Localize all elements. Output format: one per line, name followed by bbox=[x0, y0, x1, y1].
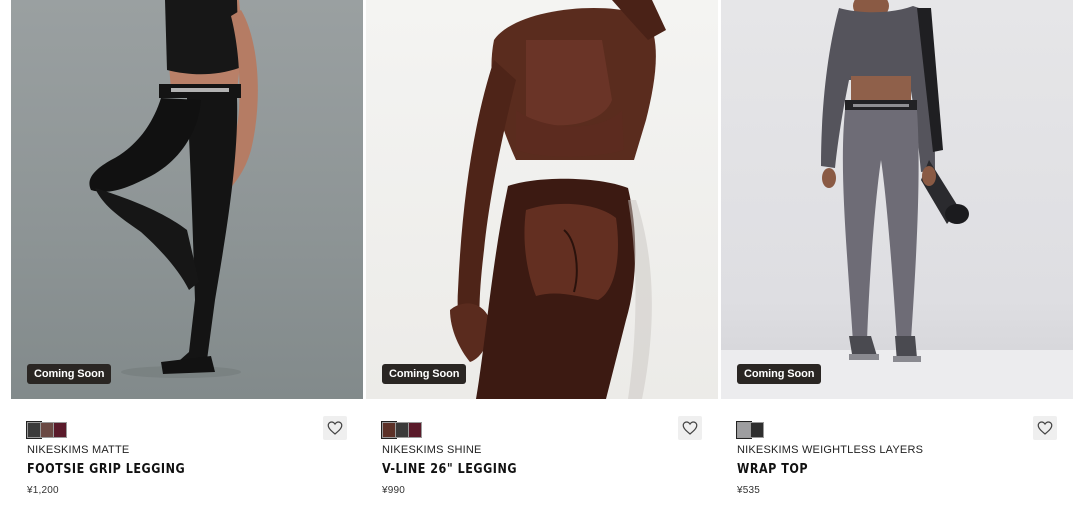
product-name-link[interactable]: FOOTSIE GRIP LEGGING bbox=[27, 462, 185, 477]
product-name-link[interactable]: WRAP TOP bbox=[737, 462, 808, 477]
color-swatch[interactable] bbox=[26, 421, 42, 439]
product-photo bbox=[450, 0, 666, 399]
heart-outline-icon bbox=[327, 421, 343, 435]
product-price: ¥535 bbox=[737, 485, 761, 496]
color-swatches bbox=[736, 421, 764, 439]
color-swatch[interactable] bbox=[40, 422, 54, 438]
product-name-link[interactable]: V-LINE 26" LEGGING bbox=[382, 462, 517, 477]
heart-outline-icon bbox=[682, 421, 698, 435]
coming-soon-badge: Coming Soon bbox=[382, 364, 467, 384]
color-swatch[interactable] bbox=[381, 421, 397, 439]
product-image[interactable]: Coming Soon bbox=[721, 0, 1073, 399]
favorite-button[interactable] bbox=[323, 416, 347, 440]
coming-soon-badge: Coming Soon bbox=[737, 364, 822, 384]
color-swatches bbox=[381, 421, 422, 439]
color-swatch[interactable] bbox=[736, 421, 752, 439]
product-photo bbox=[89, 0, 258, 378]
product-image[interactable]: Coming Soon bbox=[11, 0, 363, 399]
product-card[interactable]: Coming Soon NIKESKIMS MATTE FOOTSIE GRIP… bbox=[11, 0, 363, 505]
favorite-button[interactable] bbox=[678, 416, 702, 440]
color-swatch[interactable] bbox=[53, 422, 67, 438]
collection-label: NIKESKIMS WEIGHTLESS LAYERS bbox=[737, 444, 924, 456]
product-photo bbox=[721, 0, 1073, 399]
product-card[interactable]: Coming Soon NIKESKIMS WEIGHTLESS LAYERS … bbox=[721, 0, 1073, 505]
heart-outline-icon bbox=[1037, 421, 1053, 435]
collection-label: NIKESKIMS SHINE bbox=[382, 444, 482, 456]
color-swatch[interactable] bbox=[395, 422, 409, 438]
color-swatches bbox=[26, 421, 67, 439]
product-price: ¥1,200 bbox=[27, 485, 59, 496]
product-price: ¥990 bbox=[382, 485, 406, 496]
product-image[interactable]: Coming Soon bbox=[366, 0, 718, 399]
collection-label: NIKESKIMS MATTE bbox=[27, 444, 130, 456]
color-swatch[interactable] bbox=[750, 422, 764, 438]
product-grid: Coming Soon NIKESKIMS MATTE FOOTSIE GRIP… bbox=[0, 0, 1080, 505]
favorite-button[interactable] bbox=[1033, 416, 1057, 440]
color-swatch[interactable] bbox=[408, 422, 422, 438]
product-card[interactable]: Coming Soon NIKESKIMS SHINE V-LINE 26" L… bbox=[366, 0, 718, 505]
coming-soon-badge: Coming Soon bbox=[27, 364, 112, 384]
